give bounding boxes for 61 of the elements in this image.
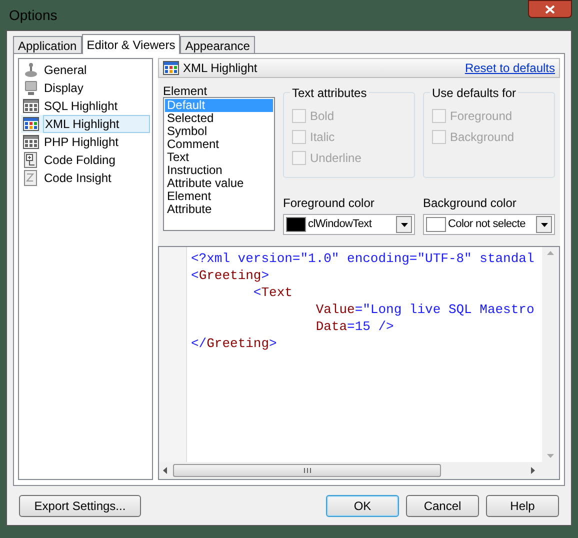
category-item[interactable]: Display xyxy=(21,79,150,97)
category-item[interactable]: Code Insight xyxy=(21,169,150,187)
color-value: Color not selecte xyxy=(448,217,526,232)
tab[interactable]: Application xyxy=(13,36,82,53)
grip-icon xyxy=(304,468,310,473)
list-item[interactable]: Text xyxy=(165,151,273,164)
scroll-thumb[interactable] xyxy=(173,464,441,477)
reset-link[interactable]: Reset to defaults xyxy=(464,59,555,77)
category-item[interactable]: General xyxy=(21,61,150,79)
dialog-button[interactable]: Export Settings... xyxy=(19,494,141,516)
list-item[interactable]: Instruction xyxy=(165,164,273,177)
field-label: Background color xyxy=(423,195,518,212)
checkbox-label: Background xyxy=(450,128,514,146)
checkbox-label: Foreground xyxy=(450,108,512,124)
document-icon xyxy=(23,170,39,186)
dialog-button[interactable]: OK xyxy=(326,494,399,516)
color-dropdown[interactable]: clWindowText xyxy=(283,214,415,235)
list-item[interactable]: Element xyxy=(165,190,273,203)
tab[interactable]: Editor & Viewers xyxy=(82,34,180,54)
monitor-icon xyxy=(23,80,39,96)
dialog-button[interactable]: Cancel xyxy=(406,494,479,516)
scroll-right-icon[interactable] xyxy=(531,467,535,474)
tab[interactable]: Appearance xyxy=(180,36,255,53)
color-value: clWindowText xyxy=(308,217,373,232)
code-line: <Greeting> xyxy=(191,267,270,284)
grid-icon xyxy=(23,134,39,150)
checkbox-label: Bold xyxy=(310,108,334,124)
list-item[interactable]: Comment xyxy=(165,138,273,151)
vertical-scrollbar[interactable] xyxy=(542,247,559,462)
list-item[interactable]: Symbol xyxy=(165,125,273,138)
category-item[interactable]: XML Highlight xyxy=(21,115,150,133)
category-item[interactable]: SQL Highlight xyxy=(21,97,150,115)
close-button[interactable] xyxy=(528,0,572,18)
code-line: Data=15 /> xyxy=(314,318,395,335)
scroll-down-icon[interactable] xyxy=(547,454,554,458)
field-label: Element xyxy=(163,83,208,97)
scroll-up-icon[interactable] xyxy=(547,251,554,255)
grid-icon xyxy=(23,116,39,132)
page-title: XML Highlight xyxy=(183,60,258,77)
code-line: Value="Long live SQL Maestro xyxy=(314,301,536,318)
joystick-icon xyxy=(23,62,39,78)
category-item[interactable]: Code Folding xyxy=(21,151,150,169)
window-title: Options xyxy=(9,6,58,25)
code-line: </Greeting> xyxy=(191,335,278,352)
code-line: <?xml version="1.0" encoding="UTF-8" standal xyxy=(191,250,536,267)
folding-icon xyxy=(23,152,39,168)
scroll-left-icon[interactable] xyxy=(163,467,167,474)
color-dropdown[interactable]: Color not selecte xyxy=(423,214,555,235)
close-icon xyxy=(545,4,555,14)
grid-icon xyxy=(23,98,39,114)
checkbox-label: Underline xyxy=(310,150,362,166)
code-line: <Text xyxy=(252,284,294,301)
list-item[interactable]: Selected xyxy=(165,112,273,125)
dialog-button[interactable]: Help xyxy=(486,494,559,516)
field-label: Foreground color xyxy=(283,195,376,212)
list-item[interactable]: Attribute xyxy=(165,203,273,216)
category-item[interactable]: PHP Highlight xyxy=(21,133,150,151)
grid-icon xyxy=(163,60,179,76)
horizontal-scrollbar[interactable] xyxy=(159,462,559,479)
list-item[interactable]: Attribute value xyxy=(165,177,273,190)
checkbox-label: Italic xyxy=(310,128,335,146)
